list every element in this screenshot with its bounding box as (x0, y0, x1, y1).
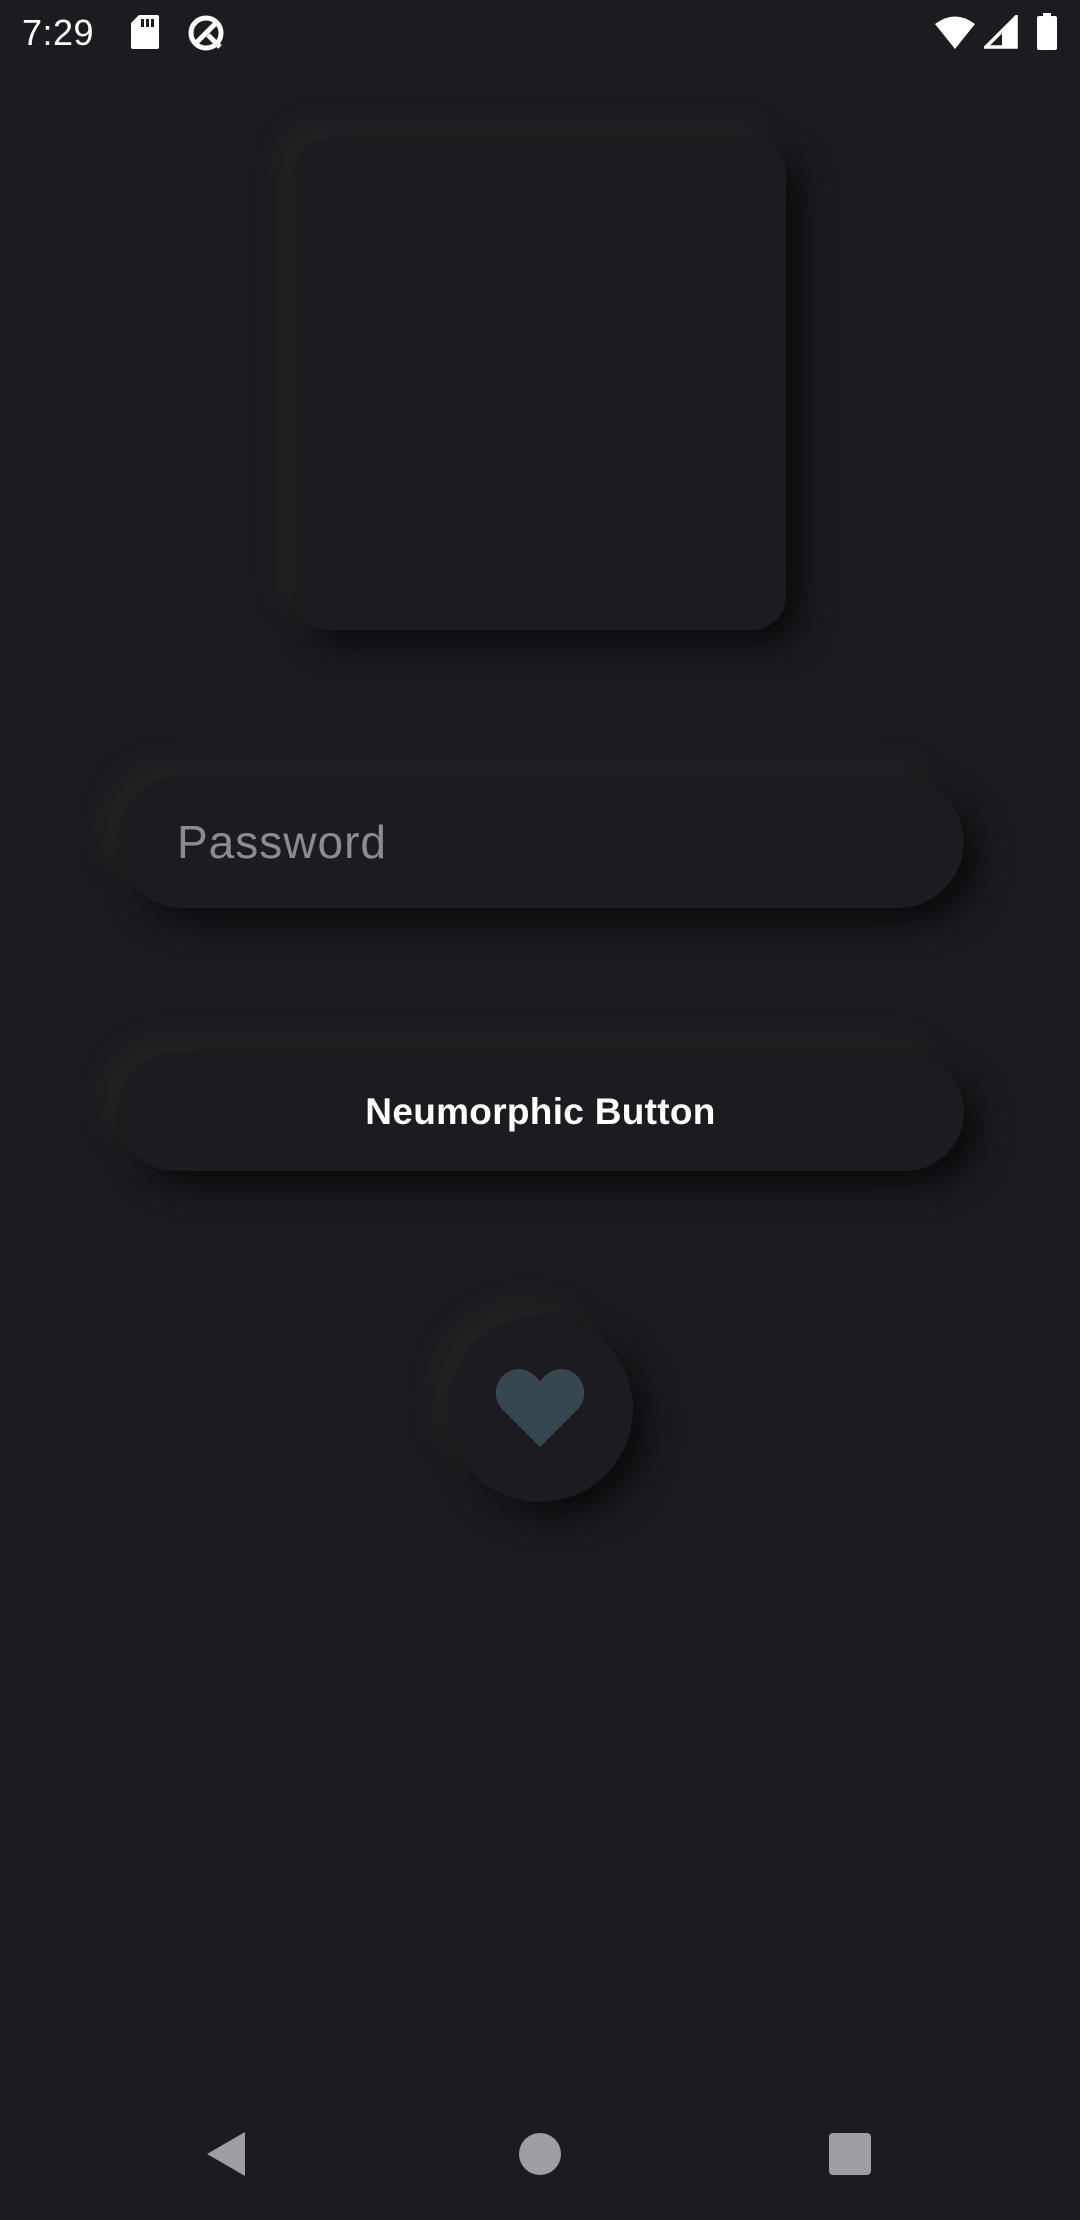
signal-icon (981, 12, 1018, 54)
navigation-bar (0, 2088, 1080, 2220)
password-input[interactable] (117, 776, 964, 908)
recents-icon[interactable] (829, 2133, 871, 2175)
neumorphic-card (294, 138, 786, 630)
home-icon[interactable] (519, 2133, 561, 2175)
status-time: 7:29 (22, 12, 95, 53)
back-icon[interactable] (205, 2130, 247, 2183)
heart-icon (494, 1365, 586, 1454)
battery-icon (1036, 13, 1058, 56)
sync-icon (186, 13, 226, 58)
neumorphic-button-label: Neumorphic Button (365, 1091, 716, 1132)
heart-button[interactable] (447, 1316, 633, 1502)
status-bar: 7:29 (0, 0, 1080, 66)
sd-card-icon (130, 14, 160, 55)
password-field-container[interactable] (117, 776, 964, 908)
neumorphic-button[interactable]: Neumorphic Button (117, 1053, 964, 1171)
wifi-icon (934, 15, 976, 56)
